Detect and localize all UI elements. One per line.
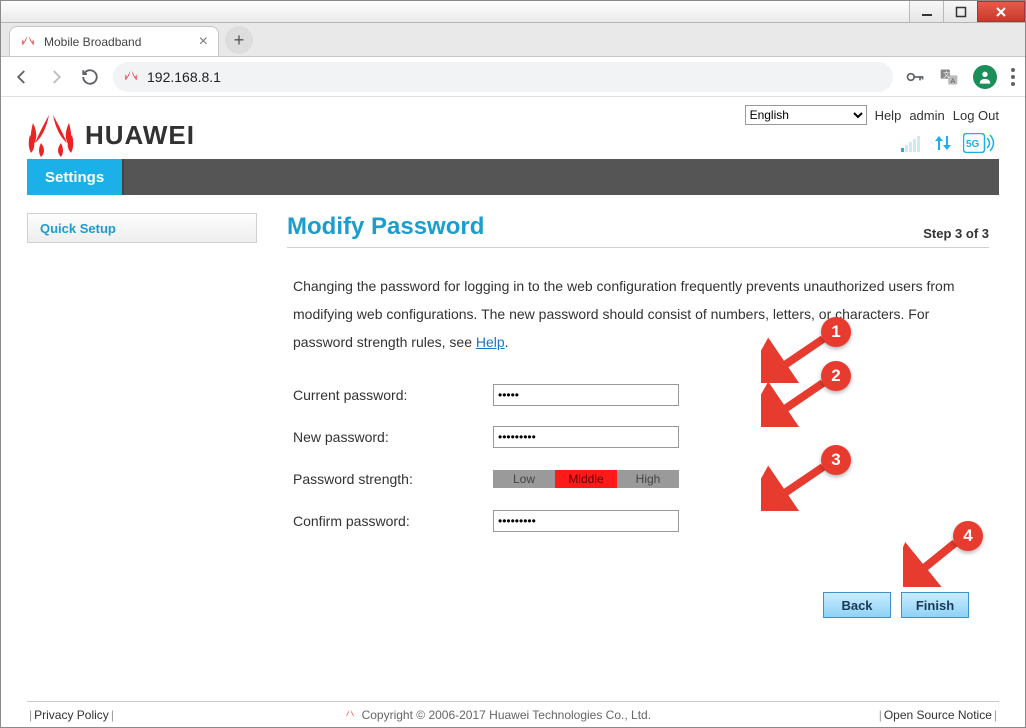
back-button[interactable]: Back <box>823 592 891 618</box>
password-strength-label: Password strength: <box>293 471 493 487</box>
brand-logo: HUAWEI <box>27 105 195 157</box>
svg-text:A: A <box>951 77 956 84</box>
browser-toolbar: 192.168.8.1 文A <box>1 57 1025 97</box>
current-password-input[interactable] <box>493 384 679 406</box>
svg-text:5G: 5G <box>966 139 980 150</box>
current-password-label: Current password: <box>293 387 493 403</box>
description-text: Changing the password for logging in to … <box>287 272 989 356</box>
back-icon[interactable] <box>11 66 33 88</box>
url-text: 192.168.8.1 <box>147 69 221 85</box>
url-favicon-icon <box>123 69 139 85</box>
new-password-label: New password: <box>293 429 493 445</box>
nav-tab-settings[interactable]: Settings <box>27 159 124 195</box>
new-password-input[interactable] <box>493 426 679 448</box>
help-link[interactable]: Help <box>875 108 902 123</box>
browser-tabstrip: Mobile Broadband × + <box>1 23 1025 57</box>
confirm-password-label: Confirm password: <box>293 513 493 529</box>
open-source-link[interactable]: Open Source Notice <box>884 708 992 722</box>
strength-low: Low <box>493 470 555 488</box>
page-title: Modify Password <box>287 213 484 241</box>
svg-text:文: 文 <box>943 70 950 79</box>
privacy-link[interactable]: Privacy Policy <box>34 708 109 722</box>
annotation-callout-1: 1 <box>821 317 851 347</box>
key-icon[interactable] <box>905 67 925 87</box>
sidebar-item-quick-setup[interactable]: Quick Setup <box>27 213 257 243</box>
reload-icon[interactable] <box>79 66 101 88</box>
annotation-callout-3: 3 <box>821 445 851 475</box>
huawei-petal-icon <box>27 113 75 157</box>
minimize-button[interactable] <box>909 1 943 22</box>
updown-icon <box>933 133 953 153</box>
close-button[interactable] <box>977 1 1025 22</box>
language-select[interactable]: English <box>745 105 867 125</box>
step-indicator: Step 3 of 3 <box>923 226 989 241</box>
password-strength-meter: Low Middle High <box>493 470 679 488</box>
brand-text: HUAWEI <box>85 120 195 151</box>
signal-icon <box>901 134 923 152</box>
forward-icon[interactable] <box>45 66 67 88</box>
copyright-text: Copyright © 2006-2017 Huawei Technologie… <box>362 708 651 722</box>
window-titlebar <box>1 1 1025 23</box>
confirm-password-input[interactable] <box>493 510 679 532</box>
sidebar: Quick Setup <box>27 213 257 701</box>
tab-close-icon[interactable]: × <box>199 34 208 50</box>
annotation-callout-2: 2 <box>821 361 851 391</box>
finish-button[interactable]: Finish <box>901 592 969 618</box>
browser-tab[interactable]: Mobile Broadband × <box>9 26 219 56</box>
browser-menu-icon[interactable] <box>1011 68 1015 86</box>
logout-link[interactable]: Log Out <box>953 108 999 123</box>
footer-logo-icon <box>342 708 358 722</box>
user-label: admin <box>909 108 944 123</box>
annotation-arrow-3 <box>761 461 831 511</box>
strength-middle: Middle <box>555 470 617 488</box>
huawei-favicon-icon <box>20 34 36 50</box>
5g-badge-icon: 5G <box>963 133 995 153</box>
profile-avatar[interactable] <box>973 65 997 89</box>
annotation-callout-4: 4 <box>953 521 983 551</box>
address-bar[interactable]: 192.168.8.1 <box>113 62 893 92</box>
maximize-button[interactable] <box>943 1 977 22</box>
new-tab-button[interactable]: + <box>225 26 253 54</box>
main-panel: Modify Password Step 3 of 3 Changing the… <box>287 213 999 701</box>
tab-title: Mobile Broadband <box>44 35 141 49</box>
annotation-arrow-4 <box>903 537 963 587</box>
status-icons: 5G <box>901 133 999 153</box>
strength-high: High <box>617 470 679 488</box>
main-nav: Settings <box>27 159 999 195</box>
help-inline-link[interactable]: Help <box>476 334 505 350</box>
annotation-arrow-2 <box>761 377 831 427</box>
translate-icon[interactable]: 文A <box>939 67 959 87</box>
footer: | Privacy Policy | Copyright © 2006-2017… <box>27 701 999 727</box>
